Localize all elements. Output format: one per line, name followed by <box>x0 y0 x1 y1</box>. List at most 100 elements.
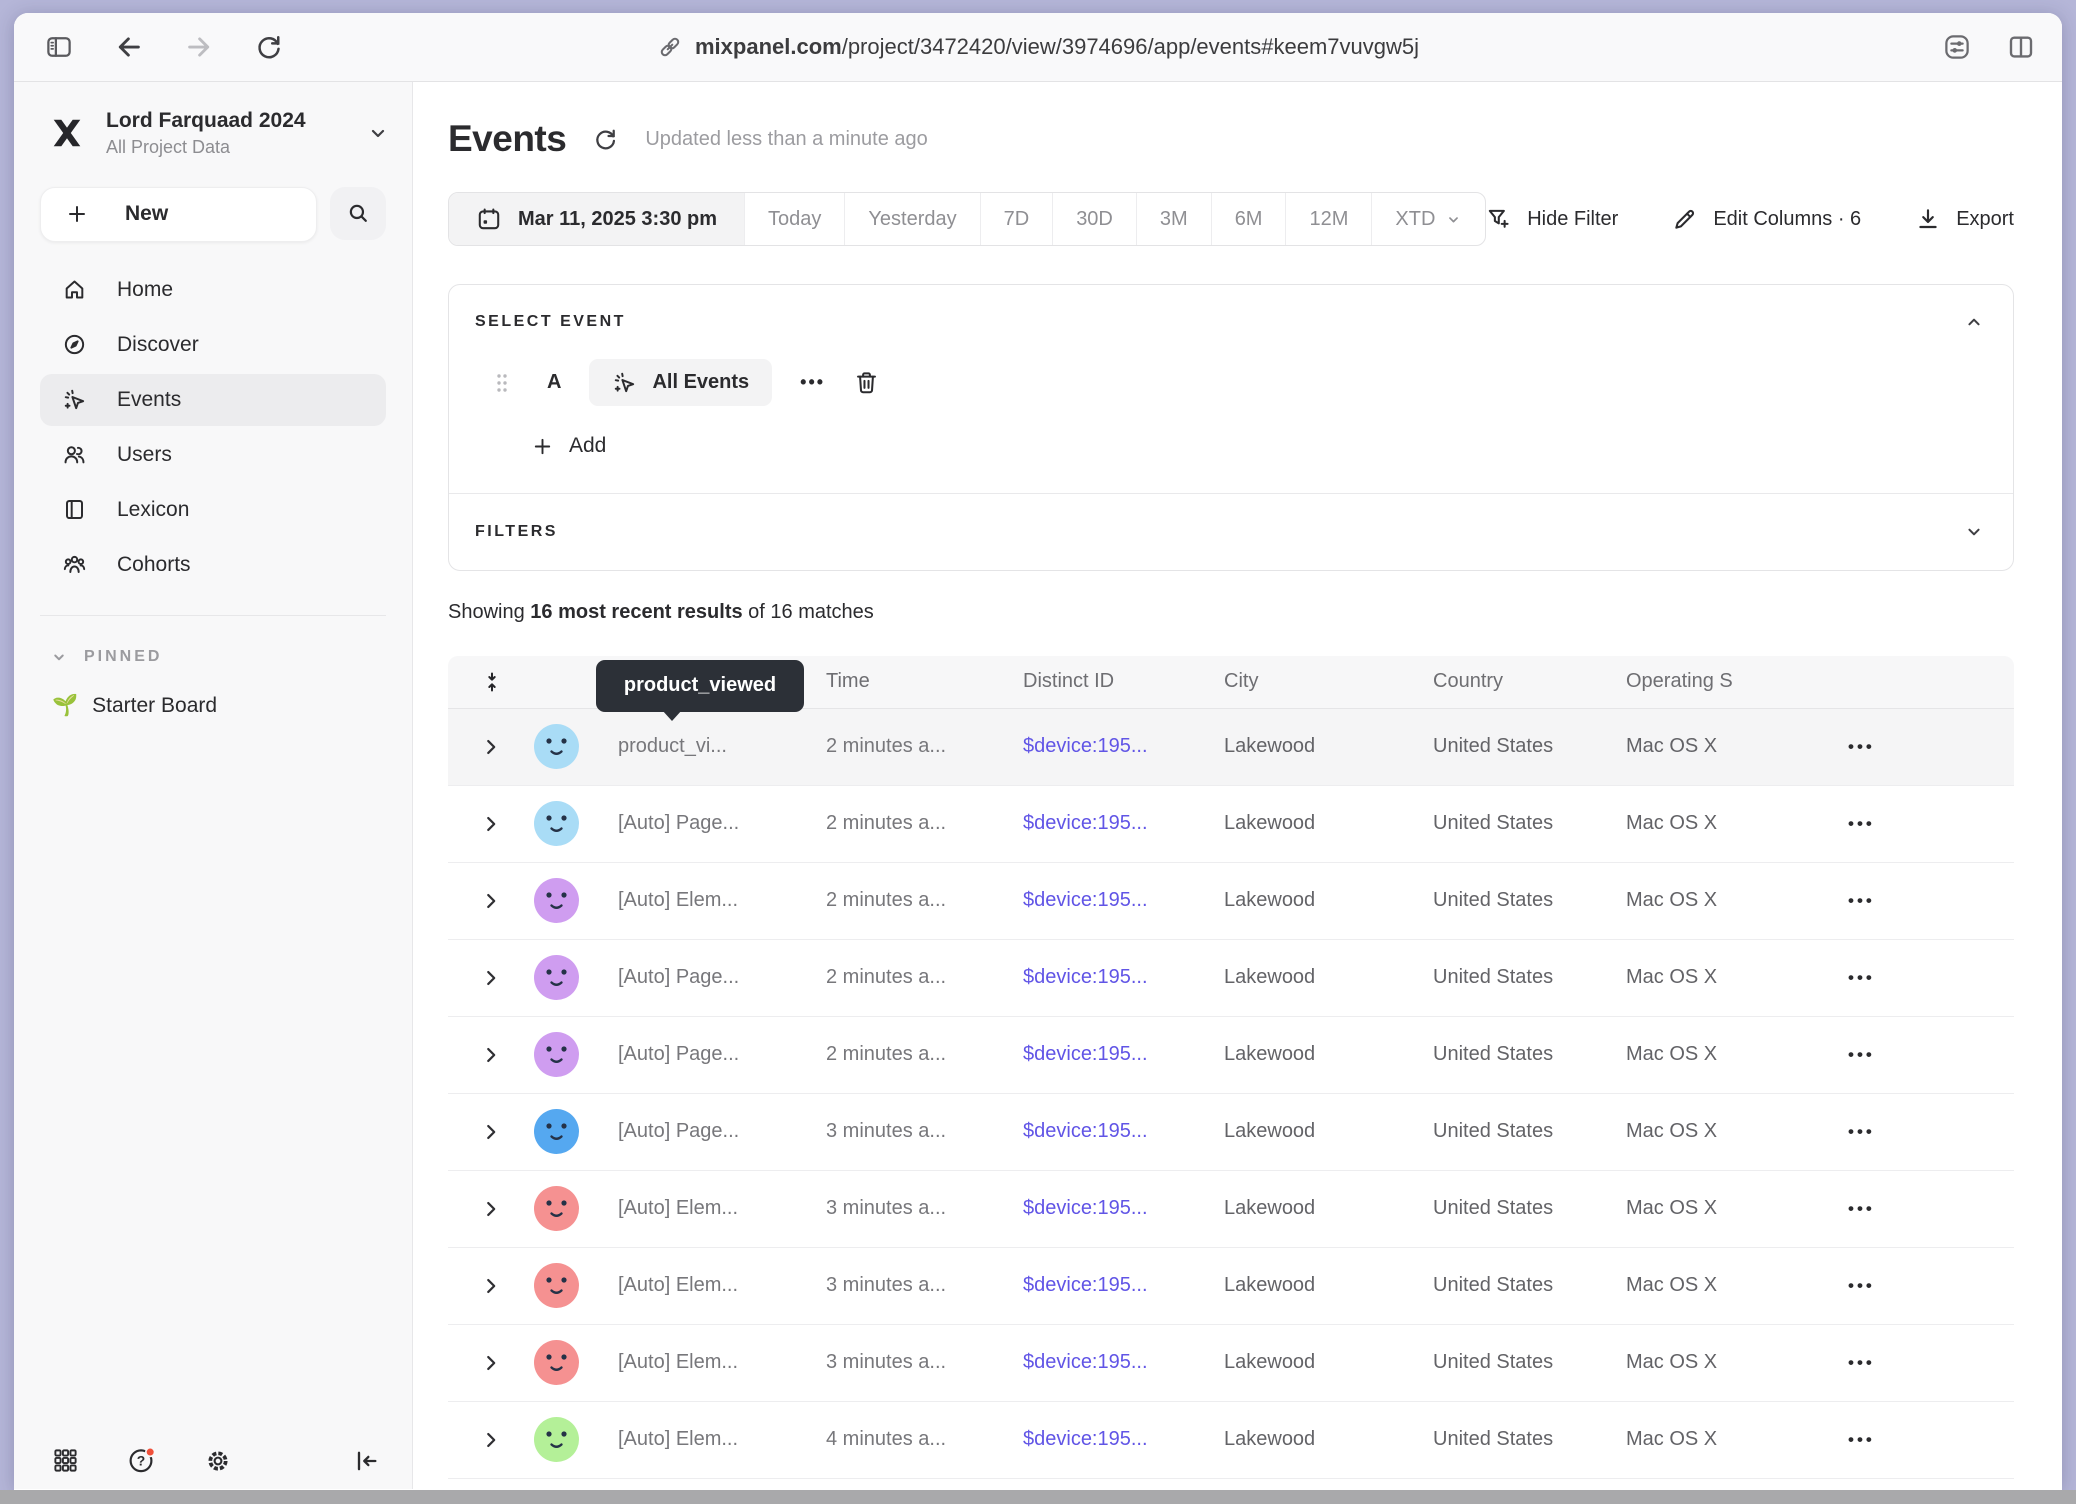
pinned-section-header[interactable]: PINNED <box>40 648 386 666</box>
expand-row-icon[interactable] <box>448 1044 518 1066</box>
table-row[interactable]: [Auto] Elem...3 minutes a...$device:195.… <box>448 1325 2014 1402</box>
sidebar-item-events[interactable]: Events <box>40 374 386 426</box>
forward-icon[interactable] <box>184 32 214 62</box>
hide-filter-button[interactable]: Hide Filter <box>1486 206 1618 232</box>
distinct-id-link[interactable]: $device:195... <box>1023 889 1224 912</box>
collapse-all-icon[interactable] <box>448 670 518 694</box>
chevron-up-icon[interactable] <box>1963 311 1985 333</box>
event-options-button[interactable]: ••• <box>800 372 825 393</box>
time-cell: 3 minutes a... <box>826 1351 1023 1374</box>
row-actions-button[interactable]: ••• <box>1844 737 2014 757</box>
expand-row-icon[interactable] <box>448 1121 518 1143</box>
row-actions-button[interactable]: ••• <box>1844 1199 2014 1219</box>
table-row[interactable] <box>448 1479 2014 1490</box>
refresh-icon[interactable] <box>592 126 619 153</box>
distinct-id-link[interactable]: $device:195... <box>1023 1428 1224 1451</box>
distinct-id-link[interactable]: $device:195... <box>1023 1197 1224 1220</box>
row-actions-button[interactable]: ••• <box>1844 1122 2014 1142</box>
back-icon[interactable] <box>114 32 144 62</box>
expand-row-icon[interactable] <box>448 736 518 758</box>
event-name-tooltip: product_viewed <box>596 660 804 712</box>
column-header-country[interactable]: Country <box>1433 670 1626 693</box>
pinned-item-label: Starter Board <box>92 694 217 718</box>
range-segment-today[interactable]: Today <box>744 193 844 245</box>
row-actions-button[interactable]: ••• <box>1844 1430 2014 1450</box>
table-row[interactable]: [Auto] Elem...3 minutes a...$device:195.… <box>448 1171 2014 1248</box>
events-icon <box>62 387 87 412</box>
column-header-operating-s[interactable]: Operating S <box>1626 670 1844 693</box>
collapse-sidebar-icon[interactable] <box>352 1447 380 1475</box>
date-picker-segment[interactable]: Mar 11, 2025 3:30 pm <box>449 193 744 245</box>
column-header-city[interactable]: City <box>1224 670 1433 693</box>
table-row[interactable]: [Auto] Elem...2 minutes a...$device:195.… <box>448 863 2014 940</box>
distinct-id-link[interactable]: $device:195... <box>1023 1120 1224 1143</box>
table-row[interactable]: [Auto] Page...2 minutes a...$device:195.… <box>448 1017 2014 1094</box>
chevron-down-icon[interactable] <box>1963 521 1985 543</box>
trash-icon[interactable] <box>853 369 880 396</box>
expand-row-icon[interactable] <box>448 1429 518 1451</box>
row-actions-button[interactable]: ••• <box>1844 1276 2014 1296</box>
query-builder-card: SELECT EVENT A All Events ••• <box>448 284 2014 571</box>
range-segment-3m[interactable]: 3M <box>1136 193 1211 245</box>
table-row[interactable]: [Auto] Page...2 minutes a...$device:195.… <box>448 940 2014 1017</box>
expand-row-icon[interactable] <box>448 1352 518 1374</box>
split-view-icon[interactable] <box>2006 32 2036 62</box>
expand-row-icon[interactable] <box>448 967 518 989</box>
reload-icon[interactable] <box>254 32 284 62</box>
table-row[interactable]: product_vi...2 minutes a...$device:195..… <box>448 709 2014 786</box>
row-actions-button[interactable]: ••• <box>1844 814 2014 834</box>
export-button[interactable]: Export <box>1915 206 2014 232</box>
cohorts-icon <box>62 552 87 577</box>
edit-columns-button[interactable]: Edit Columns · 6 <box>1672 206 1861 232</box>
expand-row-icon[interactable] <box>448 890 518 912</box>
sidebar-item-cohorts[interactable]: Cohorts <box>40 539 386 591</box>
row-actions-button[interactable]: ••• <box>1844 891 2014 911</box>
distinct-id-link[interactable]: $device:195... <box>1023 1351 1224 1374</box>
page-settings-icon[interactable] <box>1942 32 1972 62</box>
address-bar[interactable]: mixpanel.com/project/3472420/view/397469… <box>657 34 1419 60</box>
column-header-distinct-id[interactable]: Distinct ID <box>1023 670 1224 693</box>
search-button[interactable] <box>330 187 386 240</box>
users-icon <box>62 442 87 467</box>
range-segment-6m[interactable]: 6M <box>1211 193 1286 245</box>
range-segment-xtd[interactable]: XTD <box>1371 193 1485 245</box>
help-icon[interactable]: ? <box>127 1446 156 1475</box>
distinct-id-link[interactable]: $device:195... <box>1023 966 1224 989</box>
distinct-id-link[interactable]: $device:195... <box>1023 1274 1224 1297</box>
drag-handle-icon[interactable] <box>495 372 509 394</box>
country-cell: United States <box>1433 735 1626 758</box>
range-segment-12m[interactable]: 12M <box>1285 193 1371 245</box>
row-actions-button[interactable]: ••• <box>1844 1045 2014 1065</box>
table-row[interactable]: [Auto] Page...3 minutes a...$device:195.… <box>448 1094 2014 1171</box>
range-segment-yesterday[interactable]: Yesterday <box>844 193 979 245</box>
sidebar-item-discover[interactable]: Discover <box>40 319 386 371</box>
range-segment-30d[interactable]: 30D <box>1052 193 1136 245</box>
apps-grid-icon[interactable] <box>52 1447 79 1474</box>
range-segment-7d[interactable]: 7D <box>980 193 1053 245</box>
row-actions-button[interactable]: ••• <box>1844 1353 2014 1373</box>
row-actions-button[interactable]: ••• <box>1844 968 2014 988</box>
distinct-id-link[interactable]: $device:195... <box>1023 735 1224 758</box>
pinned-item-starter-board[interactable]: 🌱Starter Board <box>40 684 386 728</box>
add-event-button[interactable]: Add <box>531 434 606 458</box>
table-row[interactable]: [Auto] Elem...3 minutes a...$device:195.… <box>448 1248 2014 1325</box>
sidebar-item-home[interactable]: Home <box>40 264 386 316</box>
distinct-id-link[interactable]: $device:195... <box>1023 812 1224 835</box>
sidebar-item-users[interactable]: Users <box>40 429 386 481</box>
sidebar-toggle-icon[interactable] <box>44 32 74 62</box>
plus-icon <box>65 202 89 226</box>
events-table: TimeDistinct IDCityCountryOperating S pr… <box>448 656 2014 1490</box>
expand-row-icon[interactable] <box>448 1275 518 1297</box>
distinct-id-link[interactable]: $device:195... <box>1023 1043 1224 1066</box>
project-switcher[interactable]: Lord Farquaad 2024 All Project Data <box>48 108 390 159</box>
gear-icon[interactable] <box>204 1447 232 1475</box>
expand-row-icon[interactable] <box>448 1198 518 1220</box>
sidebar-item-lexicon[interactable]: Lexicon <box>40 484 386 536</box>
expand-row-icon[interactable] <box>448 813 518 835</box>
table-row[interactable]: [Auto] Elem...4 minutes a...$device:195.… <box>448 1402 2014 1479</box>
event-name-cell: [Auto] Page... <box>618 1043 826 1066</box>
event-selector[interactable]: All Events <box>589 359 772 406</box>
column-header-time[interactable]: Time <box>826 670 1023 693</box>
new-button[interactable]: New <box>40 187 317 242</box>
table-row[interactable]: [Auto] Page...2 minutes a...$device:195.… <box>448 786 2014 863</box>
